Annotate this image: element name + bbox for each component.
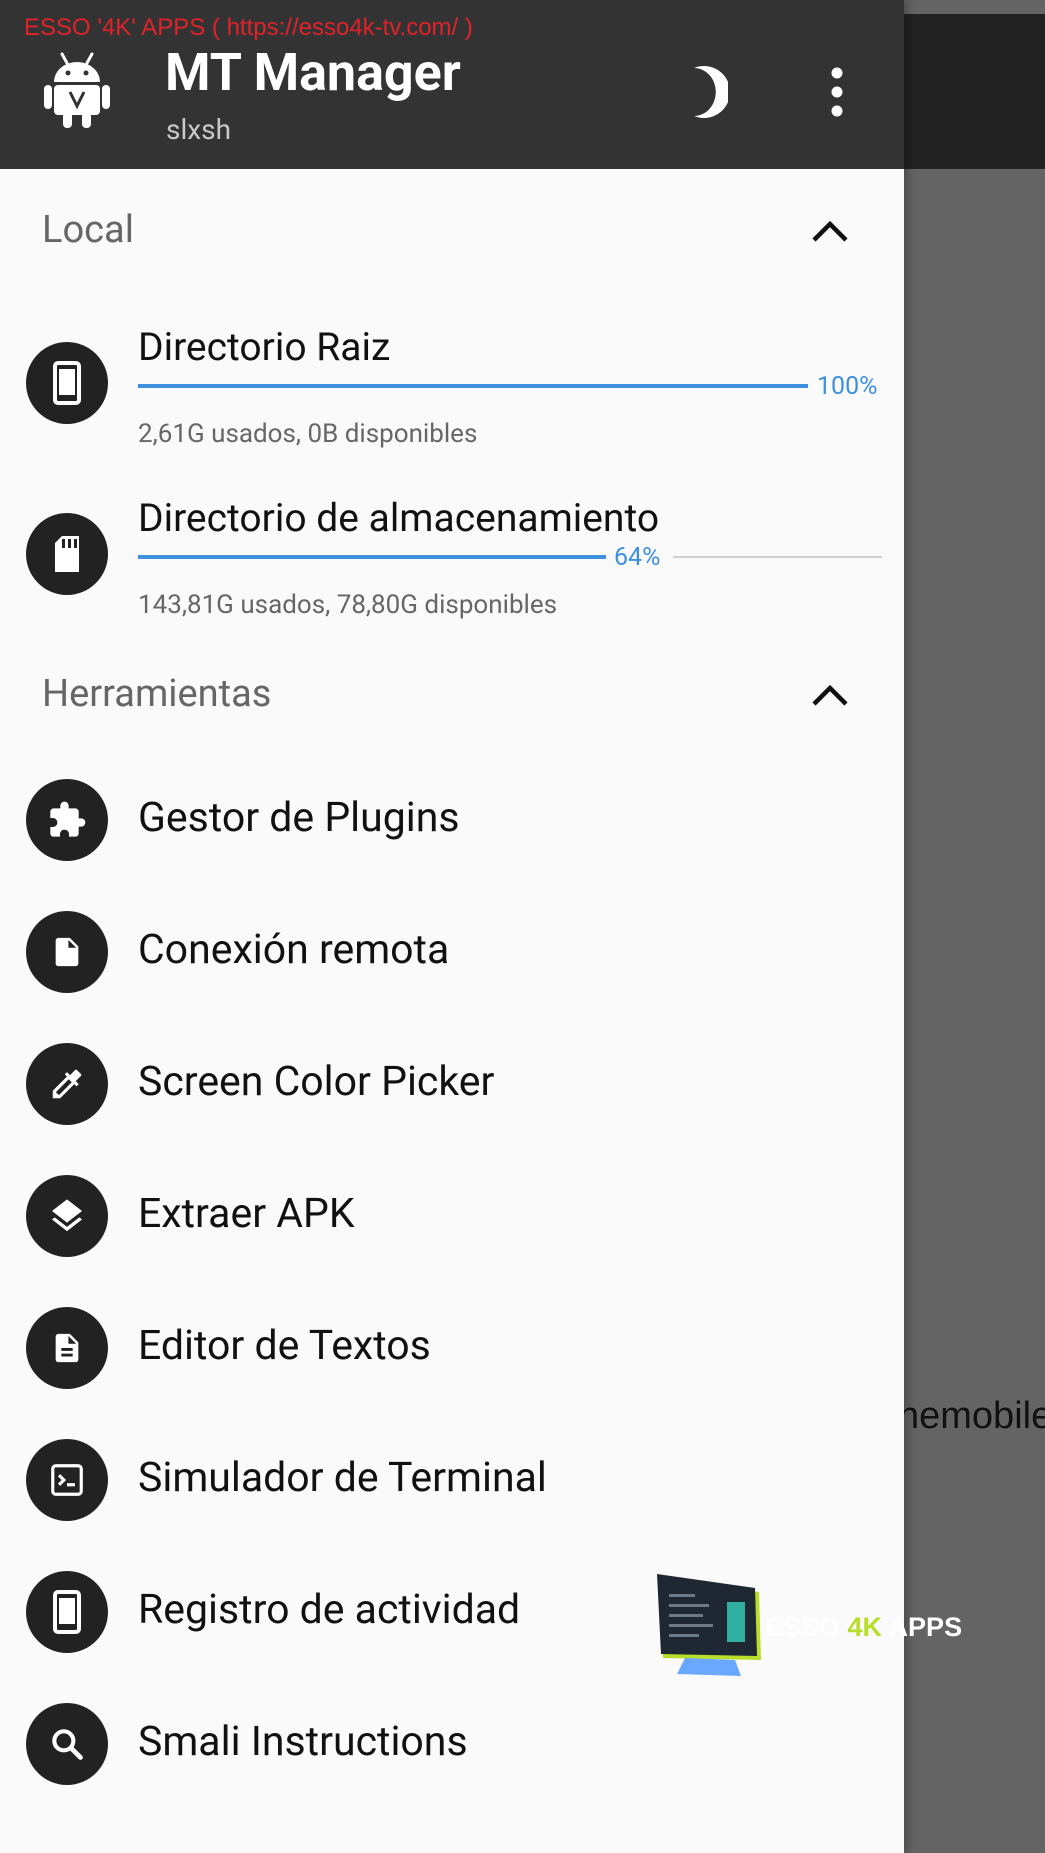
chevron-up-icon[interactable] [810, 680, 850, 708]
sd-card-icon [26, 513, 108, 595]
file-icon [26, 911, 108, 993]
monitor-icon [657, 1574, 761, 1676]
tool-item-terminal[interactable]: Simulador de Terminal [0, 1414, 904, 1546]
phone-icon [26, 1571, 108, 1653]
tool-label: Editor de Textos [138, 1322, 431, 1370]
tool-label: Smali Instructions [138, 1718, 468, 1766]
tool-item-smali[interactable]: Smali Instructions [0, 1678, 904, 1810]
tool-item-remote[interactable]: Conexión remota [0, 886, 904, 1018]
watermark-text: ESSO '4K' APPS ( https://esso4k-tv.com/ … [24, 14, 473, 41]
text-file-icon [26, 1307, 108, 1389]
usage-bar [138, 555, 606, 559]
watermark-logo: ESSO 4K APPS [655, 1572, 975, 1682]
eyedropper-icon [26, 1043, 108, 1125]
search-icon [26, 1703, 108, 1785]
usage-bar [138, 384, 808, 388]
storage-name: Directorio Raiz [138, 324, 391, 370]
tool-item-color-picker[interactable]: Screen Color Picker [0, 1018, 904, 1150]
chevron-up-icon[interactable] [810, 216, 850, 244]
moon-icon[interactable] [680, 64, 728, 120]
tool-item-extract-apk[interactable]: Extraer APK [0, 1150, 904, 1282]
tool-label: Extraer APK [138, 1190, 355, 1238]
storage-item-internal[interactable]: Directorio de almacenamiento 64% 143,81G… [0, 495, 904, 655]
tool-item-text-editor[interactable]: Editor de Textos [0, 1282, 904, 1414]
storage-info: 2,61G usados, 0B disponibles [138, 419, 478, 449]
tool-label: Conexión remota [138, 926, 450, 974]
tool-label: Screen Color Picker [138, 1058, 495, 1106]
phone-icon [26, 342, 108, 424]
usage-bar-remaining [673, 556, 882, 558]
logo-text-part: ESSO [765, 1612, 848, 1642]
layers-icon [26, 1175, 108, 1257]
tool-label: Gestor de Plugins [138, 794, 460, 842]
terminal-icon [26, 1439, 108, 1521]
puzzle-icon [26, 779, 108, 861]
section-title-tools: Herramientas [42, 672, 272, 716]
storage-item-root[interactable]: Directorio Raiz 100% 2,61G usados, 0B di… [0, 324, 904, 484]
usage-percent: 100% [817, 372, 878, 401]
usage-percent: 64% [614, 543, 661, 572]
storage-name: Directorio de almacenamiento [138, 495, 660, 541]
logo-text-part: APPS [882, 1612, 963, 1642]
background-text: nemobile [898, 1395, 1045, 1437]
tool-label: Registro de actividad [138, 1586, 521, 1634]
more-vert-icon[interactable] [820, 66, 854, 118]
tool-item-plugins[interactable]: Gestor de Plugins [0, 754, 904, 886]
watermark-logo-text: ESSO 4K APPS [765, 1612, 962, 1643]
app-title: MT Manager [165, 42, 461, 103]
logo-text-part: 4K [847, 1612, 883, 1642]
android-icon [44, 52, 110, 128]
section-title-local: Local [42, 208, 134, 252]
storage-info: 143,81G usados, 78,80G disponibles [138, 590, 558, 620]
app-subtitle: slxsh [166, 113, 232, 146]
tool-label: Simulador de Terminal [138, 1454, 547, 1502]
